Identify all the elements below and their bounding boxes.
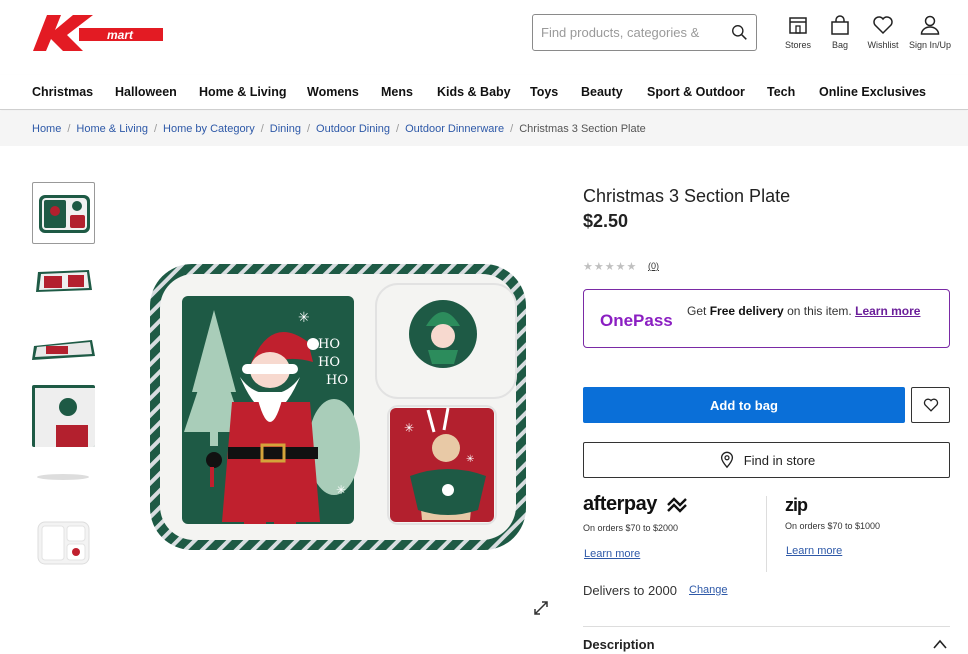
stores-label: Stores — [784, 40, 811, 50]
chevron-up-icon[interactable] — [932, 638, 948, 650]
bag-label: Bag — [831, 40, 848, 50]
afterpay-logo: afterpay — [583, 493, 657, 515]
find-in-store-label: Find in store — [743, 452, 816, 468]
zip-note: On orders $70 to $1000 — [785, 521, 881, 531]
sign-in-link[interactable]: Sign In/Up — [905, 14, 955, 50]
product-thumbnail[interactable] — [32, 512, 95, 574]
product-price: $2.50 — [583, 211, 629, 231]
afterpay-arrows-icon — [667, 497, 687, 513]
nav-halloween[interactable]: Halloween — [115, 85, 177, 99]
expand-icon[interactable] — [531, 598, 551, 618]
product-thumbnail[interactable] — [32, 385, 95, 447]
svg-text:✳: ✳ — [466, 454, 474, 465]
breadcrumb-home-living[interactable]: Home & Living — [76, 123, 148, 135]
breadcrumb-separator: / — [260, 122, 264, 135]
zip-logo: zip — [785, 495, 808, 515]
kmart-logo[interactable]: mart — [33, 13, 163, 53]
breadcrumb-separator: / — [67, 122, 71, 135]
ho-text-3: HO — [326, 373, 348, 388]
afterpay-learn-more-link[interactable]: Learn more — [584, 548, 640, 560]
wishlist-link[interactable]: Wishlist — [858, 14, 908, 50]
plate-thumbnail-image — [39, 195, 90, 233]
onepass-logo: OnePass — [600, 311, 673, 330]
heart-icon — [923, 398, 938, 412]
nav-home-living[interactable]: Home & Living — [199, 85, 287, 99]
search-input[interactable]: Find products, categories & — [532, 14, 757, 51]
wishlist-label: Wishlist — [867, 40, 899, 50]
plate-angle-thumbnail-image — [36, 270, 92, 292]
product-main-image[interactable]: HO HO HO ✳ ✳ ✳ ✳ — [148, 262, 528, 552]
description-heading[interactable]: Description — [583, 637, 655, 652]
location-pin-icon — [720, 451, 733, 469]
svg-text:✳: ✳ — [336, 483, 346, 497]
divider — [583, 626, 950, 627]
plate-side-thumbnail-image — [32, 340, 95, 360]
breadcrumb-current: Christmas 3 Section Plate — [519, 122, 646, 135]
svg-text:✳: ✳ — [298, 309, 310, 325]
product-thumbnail[interactable] — [32, 250, 95, 312]
product-thumbnail[interactable] — [32, 318, 95, 380]
search-icon[interactable] — [731, 24, 748, 41]
add-to-wishlist-button[interactable] — [911, 387, 950, 423]
afterpay-note: On orders $70 to $2000 — [583, 523, 679, 533]
breadcrumb-dining[interactable]: Dining — [270, 123, 301, 135]
ho-text-1: HO — [318, 337, 340, 352]
breadcrumb-outdoor-dinnerware[interactable]: Outdoor Dinnerware — [405, 123, 504, 135]
breadcrumb-separator: / — [306, 122, 311, 135]
add-to-bag-button[interactable]: Add to bag — [583, 387, 905, 423]
zip-learn-more-link[interactable]: Learn more — [786, 545, 842, 557]
nav-kids-baby[interactable]: Kids & Baby — [437, 85, 511, 99]
breadcrumb-outdoor-dining[interactable]: Outdoor Dining — [316, 123, 390, 135]
onepass-text: Get Free delivery on this item. Learn mo… — [687, 305, 937, 318]
review-count-link[interactable]: (0) — [648, 261, 659, 271]
nav-toys[interactable]: Toys — [530, 85, 558, 99]
nav-womens[interactable]: Womens — [307, 85, 359, 99]
store-icon — [789, 17, 807, 34]
star-rating: ★★★★★ — [583, 261, 638, 273]
find-in-store-button[interactable]: Find in store — [583, 442, 950, 478]
product-thumbnail[interactable] — [32, 182, 95, 244]
delivery-location: Delivers to 2000 — [583, 583, 677, 598]
search-placeholder: Find products, categories & — [541, 25, 700, 40]
bag-icon — [831, 15, 849, 35]
change-location-link[interactable]: Change — [689, 584, 728, 596]
onepass-text-free-delivery: Free delivery — [709, 304, 784, 318]
breadcrumb-separator: / — [510, 122, 514, 135]
onepass-banner: OnePass Get Free delivery on this item. … — [583, 289, 950, 348]
nav-beauty[interactable]: Beauty — [581, 85, 623, 99]
svg-text:mart: mart — [107, 28, 134, 42]
breadcrumb-home[interactable]: Home — [32, 123, 61, 135]
svg-text:✳: ✳ — [404, 421, 414, 435]
nav-mens[interactable]: Mens — [381, 85, 413, 99]
breadcrumb-separator: / — [153, 122, 158, 135]
payment-divider — [766, 496, 767, 572]
site-header: mart Find products, categories & Stores … — [0, 0, 968, 75]
user-icon — [920, 15, 940, 35]
plate-back-thumbnail-image — [37, 521, 90, 565]
nav-sport-outdoor[interactable]: Sport & Outdoor — [647, 85, 745, 99]
onepass-text-rest: on this item. — [783, 304, 856, 318]
onepass-learn-more-link[interactable]: Learn more — [855, 304, 920, 318]
breadcrumb-home-by-category[interactable]: Home by Category — [163, 123, 255, 135]
product-thumbnail[interactable] — [32, 445, 95, 507]
nav-online-exclusives[interactable]: Online Exclusives — [819, 85, 926, 99]
plate-closeup-thumbnail-image — [32, 385, 95, 447]
plate-edge-thumbnail-image — [37, 474, 89, 480]
breadcrumb: Home / Home & Living / Home by Category / D… — [0, 111, 968, 146]
heart-icon — [873, 16, 893, 35]
main-nav: Christmas Halloween Home & Living Womens… — [0, 75, 968, 110]
onepass-text-get: Get — [687, 304, 710, 318]
nav-tech[interactable]: Tech — [767, 85, 795, 99]
nav-christmas[interactable]: Christmas — [32, 85, 93, 99]
sign-in-label: Sign In/Up — [908, 40, 952, 50]
product-title: Christmas 3 Section Plate — [583, 186, 791, 206]
ho-text-2: HO — [318, 355, 340, 370]
breadcrumb-separator: / — [396, 122, 400, 135]
